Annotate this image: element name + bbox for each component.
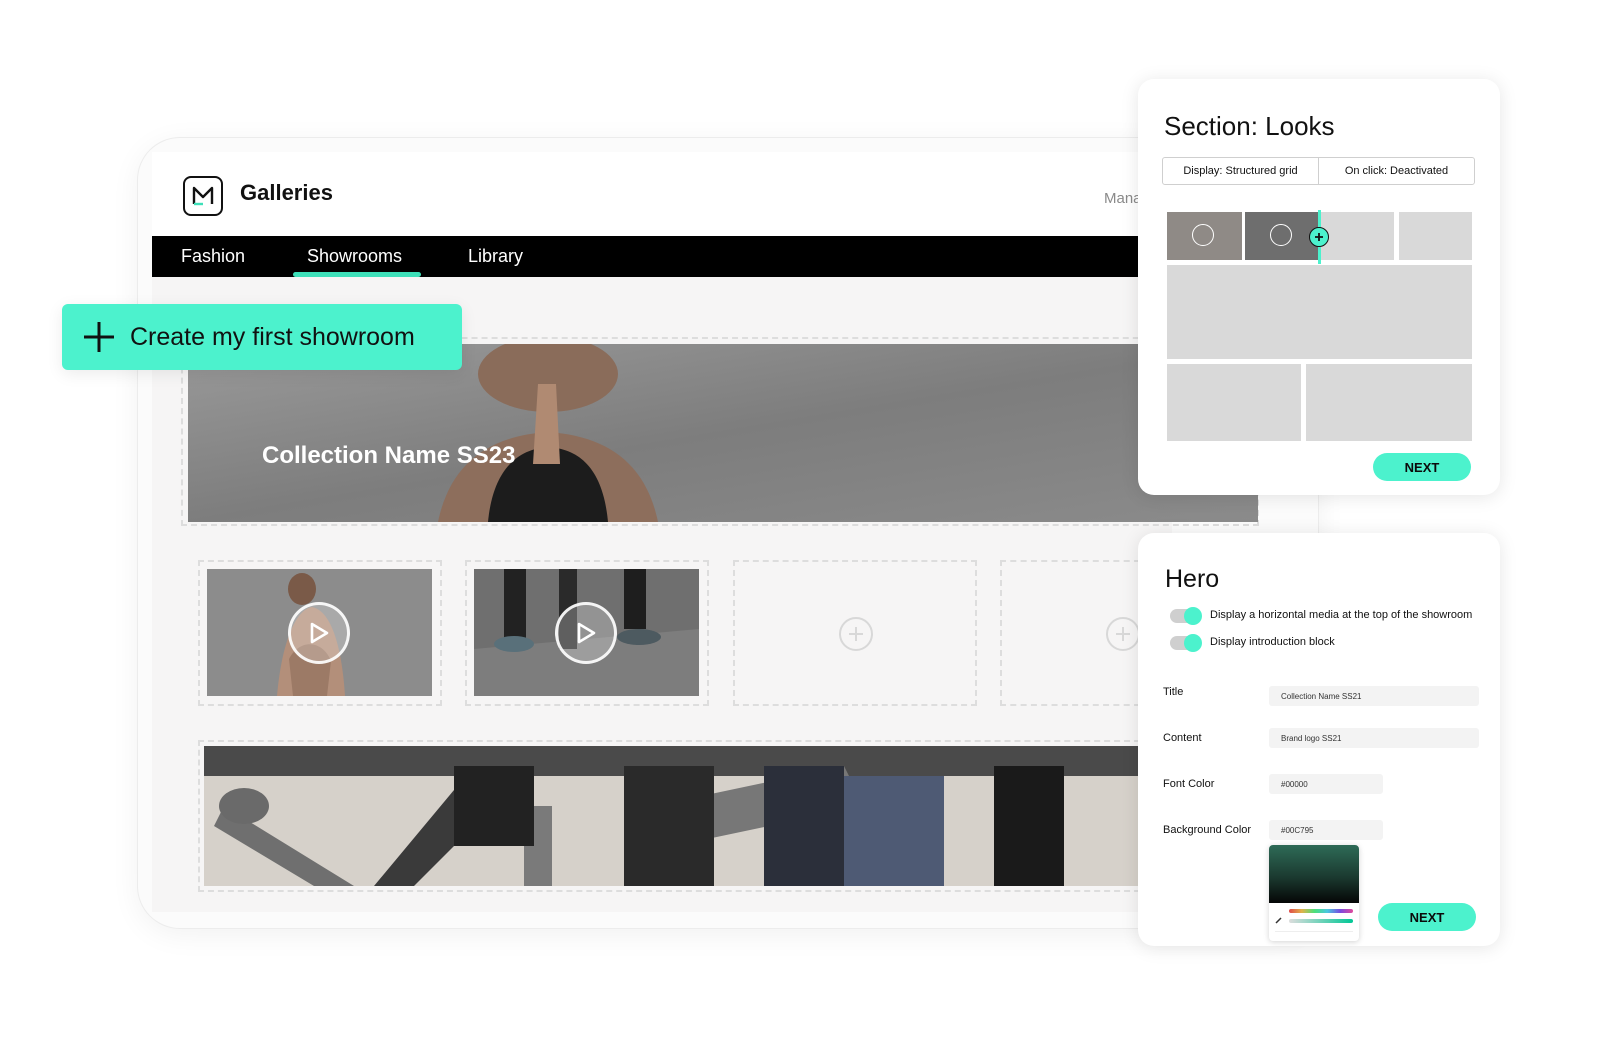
alpha-slider[interactable] <box>1289 919 1353 923</box>
grid-cell-empty[interactable] <box>1321 212 1394 260</box>
hero-banner-title: Collection Name SS23 <box>262 442 516 469</box>
toggle-horizontal-media[interactable] <box>1170 607 1202 625</box>
grid-cell-empty[interactable] <box>1306 364 1472 441</box>
play-icon[interactable] <box>288 602 350 664</box>
hero-panel-title: Hero <box>1165 565 1220 593</box>
hero-image <box>188 344 1258 522</box>
add-media-icon[interactable] <box>839 617 873 651</box>
background-color-input[interactable]: #00C795 <box>1269 820 1383 840</box>
content-field-label: Content <box>1163 732 1202 744</box>
app-title: Galleries <box>240 180 333 205</box>
nav-item-library[interactable]: Library <box>468 246 523 267</box>
video-thumbnail-2[interactable] <box>474 569 699 696</box>
grid-cell-wide[interactable] <box>1167 265 1472 359</box>
play-icon[interactable] <box>555 602 617 664</box>
brand-logo-icon <box>183 176 223 216</box>
toggle-horizontal-media-label: Display a horizontal media at the top of… <box>1210 609 1473 621</box>
hero-panel: Hero Display a horizontal media at the t… <box>1138 533 1500 946</box>
eyedropper-icon[interactable] <box>1275 911 1283 924</box>
create-showroom-button[interactable]: Create my first showroom <box>62 304 462 370</box>
color-picker-gradient[interactable] <box>1269 845 1359 903</box>
content-input[interactable]: Brand logo SS21 <box>1269 728 1479 748</box>
next-button[interactable]: NEXT <box>1373 453 1471 481</box>
title-field-label: Title <box>1163 686 1184 698</box>
nav-active-indicator <box>293 272 421 277</box>
media-slot-3[interactable] <box>733 560 977 706</box>
display-option[interactable]: Display: Structured grid <box>1163 158 1319 184</box>
grid-cell-video-2[interactable] <box>1245 212 1318 260</box>
create-showroom-label: Create my first showroom <box>130 322 415 351</box>
section-looks-panel: Section: Looks Display: Structured grid … <box>1138 79 1500 495</box>
wide-media-image <box>204 746 1140 886</box>
insert-plus-icon[interactable] <box>1309 227 1329 247</box>
media-slot-4[interactable] <box>1000 560 1140 706</box>
onclick-option[interactable]: On click: Deactivated <box>1319 158 1474 184</box>
grid-cell-empty[interactable] <box>1399 212 1472 260</box>
grid-cell-empty[interactable] <box>1167 364 1301 441</box>
picker-divider <box>1275 931 1353 932</box>
plus-icon <box>82 320 116 354</box>
font-color-input[interactable]: #00000 <box>1269 774 1383 794</box>
toggle-intro-block-label: Display introduction block <box>1210 636 1335 648</box>
app-header: Galleries Manage y <box>152 152 1172 236</box>
nav-item-showrooms[interactable]: Showrooms <box>307 246 402 267</box>
grid-cell-video-1[interactable] <box>1167 212 1242 260</box>
next-button[interactable]: NEXT <box>1378 903 1476 931</box>
main-nav: Fashion Showrooms Library <box>152 236 1172 277</box>
title-input[interactable]: Collection Name SS21 <box>1269 686 1479 706</box>
section-panel-title: Section: Looks <box>1164 111 1335 141</box>
background-color-label: Background Color <box>1163 824 1252 836</box>
video-thumbnail-1[interactable] <box>207 569 432 696</box>
add-media-icon[interactable] <box>1106 617 1140 651</box>
font-color-label: Font Color <box>1163 778 1215 790</box>
section-options-segment: Display: Structured grid On click: Deact… <box>1162 157 1475 185</box>
nav-item-fashion[interactable]: Fashion <box>181 246 245 267</box>
toggle-intro-block[interactable] <box>1170 634 1202 652</box>
hue-slider[interactable] <box>1289 909 1353 913</box>
color-picker[interactable] <box>1269 845 1359 941</box>
play-icon <box>1270 224 1292 246</box>
play-icon <box>1192 224 1214 246</box>
